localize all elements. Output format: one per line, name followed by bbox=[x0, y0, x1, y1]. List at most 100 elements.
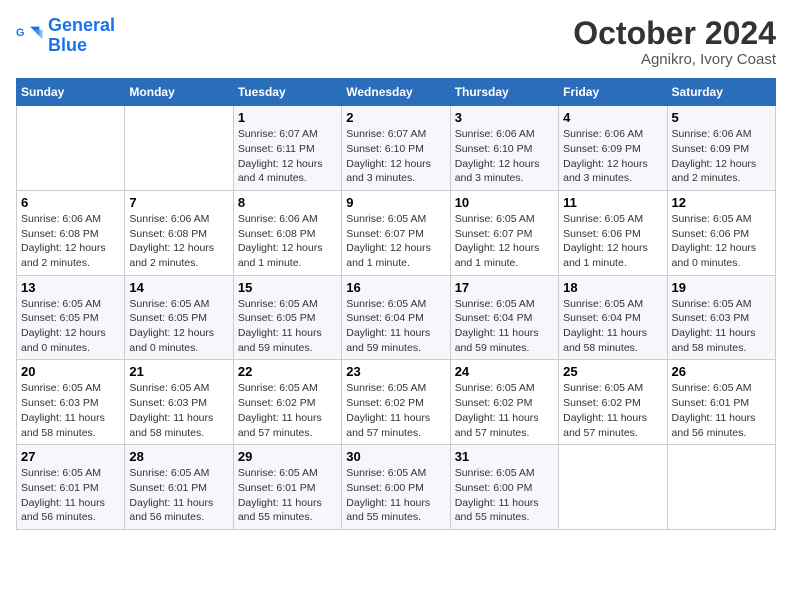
day-info: Sunrise: 6:06 AM Sunset: 6:08 PM Dayligh… bbox=[129, 212, 228, 271]
calendar-cell: 20 Sunrise: 6:05 AM Sunset: 6:03 PM Dayli… bbox=[17, 360, 125, 445]
calendar-cell: 2 Sunrise: 6:07 AM Sunset: 6:10 PM Daylig… bbox=[342, 106, 450, 191]
page-header: G General Blue October 2024 Agnikro, Ivo… bbox=[16, 16, 776, 68]
calendar-cell: 17Sunrise: 6:05 AM Sunset: 6:04 PM Dayli… bbox=[450, 275, 558, 360]
day-info: Sunrise: 6:05 AM Sunset: 6:00 PM Dayligh… bbox=[346, 466, 445, 525]
day-number: 17 bbox=[455, 280, 554, 295]
title-block: October 2024 Agnikro, Ivory Coast bbox=[573, 16, 776, 68]
calendar-cell: 1 Sunrise: 6:07 AM Sunset: 6:11 PM Daylig… bbox=[233, 106, 341, 191]
calendar-cell: 30Sunrise: 6:05 AM Sunset: 6:00 PM Dayli… bbox=[342, 445, 450, 530]
calendar-cell: 10 Sunrise: 6:05 AM Sunset: 6:07 PM Dayli… bbox=[450, 190, 558, 275]
day-info: Sunrise: 6:05 AM Sunset: 6:04 PM Dayligh… bbox=[563, 297, 662, 356]
day-info: Sunrise: 6:05 AM Sunset: 6:01 PM Dayligh… bbox=[21, 466, 120, 525]
day-info: Sunrise: 6:05 AM Sunset: 6:05 PM Dayligh… bbox=[21, 297, 120, 356]
day-number: 13 bbox=[21, 280, 120, 295]
day-info: Sunrise: 6:05 AM Sunset: 6:02 PM Dayligh… bbox=[238, 381, 337, 440]
calendar-cell: 15 Sunrise: 6:05 AM Sunset: 6:05 PM Dayli… bbox=[233, 275, 341, 360]
day-number: 11 bbox=[563, 195, 662, 210]
column-header-friday: Friday bbox=[559, 79, 667, 106]
calendar-cell: 6 Sunrise: 6:06 AM Sunset: 6:08 PM Daylig… bbox=[17, 190, 125, 275]
column-header-thursday: Thursday bbox=[450, 79, 558, 106]
day-info: Sunrise: 6:07 AM Sunset: 6:10 PM Dayligh… bbox=[346, 127, 445, 186]
day-info: Sunrise: 6:05 AM Sunset: 6:01 PM Dayligh… bbox=[238, 466, 337, 525]
day-info: Sunrise: 6:05 AM Sunset: 6:03 PM Dayligh… bbox=[21, 381, 120, 440]
day-number: 2 bbox=[346, 110, 445, 125]
day-number: 9 bbox=[346, 195, 445, 210]
calendar-cell: 28 Sunrise: 6:05 AM Sunset: 6:01 PM Dayli… bbox=[125, 445, 233, 530]
calendar-cell: 19 Sunrise: 6:05 AM Sunset: 6:03 PM Dayli… bbox=[667, 275, 775, 360]
column-header-wednesday: Wednesday bbox=[342, 79, 450, 106]
day-number: 15 bbox=[238, 280, 337, 295]
day-info: Sunrise: 6:05 AM Sunset: 6:07 PM Dayligh… bbox=[455, 212, 554, 271]
week-row-5: 27 Sunrise: 6:05 AM Sunset: 6:01 PM Dayli… bbox=[17, 445, 776, 530]
day-number: 20 bbox=[21, 364, 120, 379]
column-header-sunday: Sunday bbox=[17, 79, 125, 106]
day-number: 27 bbox=[21, 449, 120, 464]
calendar-cell: 26Sunrise: 6:05 AM Sunset: 6:01 PM Dayli… bbox=[667, 360, 775, 445]
day-info: Sunrise: 6:05 AM Sunset: 6:06 PM Dayligh… bbox=[672, 212, 771, 271]
calendar-table: SundayMondayTuesdayWednesdayThursdayFrid… bbox=[16, 78, 776, 530]
calendar-cell: 8Sunrise: 6:06 AM Sunset: 6:08 PM Daylig… bbox=[233, 190, 341, 275]
day-number: 23 bbox=[346, 364, 445, 379]
day-info: Sunrise: 6:05 AM Sunset: 6:03 PM Dayligh… bbox=[672, 297, 771, 356]
day-number: 10 bbox=[455, 195, 554, 210]
day-number: 1 bbox=[238, 110, 337, 125]
calendar-cell: 4Sunrise: 6:06 AM Sunset: 6:09 PM Daylig… bbox=[559, 106, 667, 191]
day-number: 6 bbox=[21, 195, 120, 210]
calendar-cell: 23Sunrise: 6:05 AM Sunset: 6:02 PM Dayli… bbox=[342, 360, 450, 445]
day-info: Sunrise: 6:06 AM Sunset: 6:08 PM Dayligh… bbox=[21, 212, 120, 271]
calendar-cell: 21 Sunrise: 6:05 AM Sunset: 6:03 PM Dayli… bbox=[125, 360, 233, 445]
logo-text2: Blue bbox=[48, 35, 87, 55]
day-info: Sunrise: 6:05 AM Sunset: 6:00 PM Dayligh… bbox=[455, 466, 554, 525]
column-header-monday: Monday bbox=[125, 79, 233, 106]
calendar-cell: 18 Sunrise: 6:05 AM Sunset: 6:04 PM Dayli… bbox=[559, 275, 667, 360]
day-number: 24 bbox=[455, 364, 554, 379]
day-number: 12 bbox=[672, 195, 771, 210]
calendar-cell: 7 Sunrise: 6:06 AM Sunset: 6:08 PM Daylig… bbox=[125, 190, 233, 275]
day-info: Sunrise: 6:05 AM Sunset: 6:04 PM Dayligh… bbox=[346, 297, 445, 356]
day-number: 14 bbox=[129, 280, 228, 295]
calendar-cell bbox=[125, 106, 233, 191]
calendar-cell: 14Sunrise: 6:05 AM Sunset: 6:05 PM Dayli… bbox=[125, 275, 233, 360]
day-info: Sunrise: 6:05 AM Sunset: 6:02 PM Dayligh… bbox=[563, 381, 662, 440]
day-info: Sunrise: 6:06 AM Sunset: 6:08 PM Dayligh… bbox=[238, 212, 337, 271]
day-number: 16 bbox=[346, 280, 445, 295]
page-subtitle: Agnikro, Ivory Coast bbox=[573, 51, 776, 68]
day-info: Sunrise: 6:07 AM Sunset: 6:11 PM Dayligh… bbox=[238, 127, 337, 186]
day-info: Sunrise: 6:05 AM Sunset: 6:03 PM Dayligh… bbox=[129, 381, 228, 440]
calendar-header-row: SundayMondayTuesdayWednesdayThursdayFrid… bbox=[17, 79, 776, 106]
day-number: 19 bbox=[672, 280, 771, 295]
day-info: Sunrise: 6:05 AM Sunset: 6:01 PM Dayligh… bbox=[672, 381, 771, 440]
week-row-1: 1 Sunrise: 6:07 AM Sunset: 6:11 PM Daylig… bbox=[17, 106, 776, 191]
column-header-saturday: Saturday bbox=[667, 79, 775, 106]
day-number: 18 bbox=[563, 280, 662, 295]
calendar-cell bbox=[667, 445, 775, 530]
calendar-cell: 22 Sunrise: 6:05 AM Sunset: 6:02 PM Dayli… bbox=[233, 360, 341, 445]
calendar-cell: 29 Sunrise: 6:05 AM Sunset: 6:01 PM Dayli… bbox=[233, 445, 341, 530]
logo: G General Blue bbox=[16, 16, 115, 56]
day-number: 31 bbox=[455, 449, 554, 464]
calendar-cell: 16 Sunrise: 6:05 AM Sunset: 6:04 PM Dayli… bbox=[342, 275, 450, 360]
day-info: Sunrise: 6:05 AM Sunset: 6:05 PM Dayligh… bbox=[238, 297, 337, 356]
day-number: 22 bbox=[238, 364, 337, 379]
day-info: Sunrise: 6:05 AM Sunset: 6:01 PM Dayligh… bbox=[129, 466, 228, 525]
day-number: 29 bbox=[238, 449, 337, 464]
calendar-cell bbox=[17, 106, 125, 191]
day-number: 28 bbox=[129, 449, 228, 464]
logo-text1: General bbox=[48, 15, 115, 35]
day-number: 25 bbox=[563, 364, 662, 379]
svg-text:G: G bbox=[16, 27, 24, 39]
calendar-cell: 25 Sunrise: 6:05 AM Sunset: 6:02 PM Dayli… bbox=[559, 360, 667, 445]
calendar-cell: 3Sunrise: 6:06 AM Sunset: 6:10 PM Daylig… bbox=[450, 106, 558, 191]
day-info: Sunrise: 6:06 AM Sunset: 6:09 PM Dayligh… bbox=[672, 127, 771, 186]
day-number: 21 bbox=[129, 364, 228, 379]
day-number: 5 bbox=[672, 110, 771, 125]
page-title: October 2024 bbox=[573, 16, 776, 51]
day-number: 7 bbox=[129, 195, 228, 210]
column-header-tuesday: Tuesday bbox=[233, 79, 341, 106]
day-number: 3 bbox=[455, 110, 554, 125]
week-row-3: 13 Sunrise: 6:05 AM Sunset: 6:05 PM Dayli… bbox=[17, 275, 776, 360]
logo-text: General Blue bbox=[48, 16, 115, 56]
day-info: Sunrise: 6:05 AM Sunset: 6:02 PM Dayligh… bbox=[455, 381, 554, 440]
week-row-4: 20 Sunrise: 6:05 AM Sunset: 6:03 PM Dayli… bbox=[17, 360, 776, 445]
calendar-cell: 27 Sunrise: 6:05 AM Sunset: 6:01 PM Dayli… bbox=[17, 445, 125, 530]
